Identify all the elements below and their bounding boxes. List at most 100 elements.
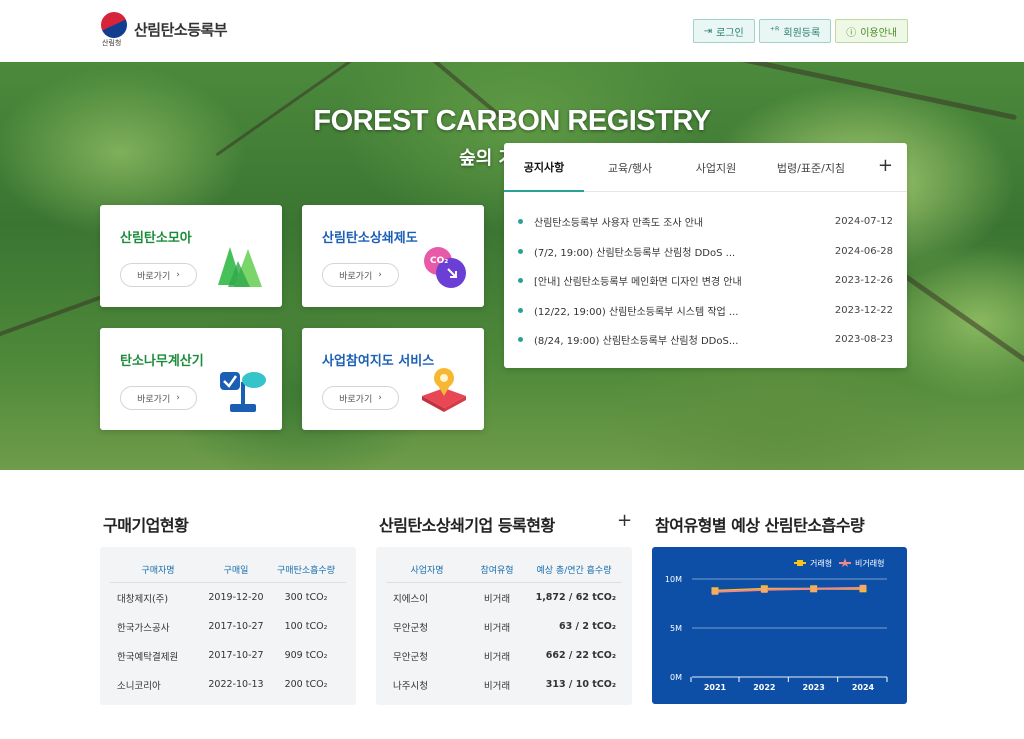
column-header: 예상 총/연간 흡수량 xyxy=(536,566,612,576)
list-item[interactable]: [안내] 산림탄소등록부 메인화면 디자인 변경 안내 2023-12-26 xyxy=(518,266,893,296)
absorption-line-chart: 0M 5M 10M 2021 2022 2023 2024 거래형 비거래형 xyxy=(665,558,888,692)
quick-card-offset-system[interactable]: 산림탄소상쇄제도 바로가기 › CO₂ xyxy=(302,205,484,307)
buyers-table: 구매자명 구매일 구매탄소흡수량 대창제지(주) 2019-12-20 300 … xyxy=(100,547,356,705)
notice-title: (7/2, 19:00) 산림탄소등록부 산림청 DDoS ... xyxy=(534,247,736,259)
shortcut-label: 바로가기 xyxy=(137,271,171,282)
bullet-icon xyxy=(518,337,523,343)
column-header: 구매일 xyxy=(223,566,249,576)
expected-absorption: 313 / 10 tCO₂ xyxy=(545,679,616,690)
quick-card-title: 산림탄소상쇄제도 xyxy=(322,231,418,246)
notice-title: (8/24, 19:00) 산림탄소등록부 산림청 DDoS... xyxy=(534,336,739,348)
table-row[interactable]: 대창제지(주) 2019-12-20 300 tCO₂ xyxy=(110,583,346,612)
purchase-amount: 300 tCO₂ xyxy=(284,592,328,603)
notice-list: 산림탄소등록부 사용자 만족도 조사 안내 2024-07-12 (7/2, 19… xyxy=(518,207,893,355)
shortcut-label: 바로가기 xyxy=(339,271,373,282)
tab-education[interactable]: 교육/행사 xyxy=(584,143,676,192)
notice-tabs: 공지사항 교육/행사 사업지원 법령/표준/지침 xyxy=(504,143,907,192)
buyer-name: 한국가스공사 xyxy=(117,622,170,634)
data-point xyxy=(810,585,817,592)
notice-board: 공지사항 교육/행사 사업지원 법령/표준/지침 + 산림탄소등록부 사용자 만… xyxy=(504,143,907,368)
legend-marker xyxy=(797,560,803,566)
column-header: 사업자명 xyxy=(410,566,444,576)
quick-card-participation-map[interactable]: 사업참여지도 서비스 바로가기 › xyxy=(302,328,484,430)
x-tick-label: 2023 xyxy=(803,683,825,692)
notice-date: 2023-12-26 xyxy=(834,275,893,287)
register-label: 회원등록 xyxy=(783,27,821,39)
notice-title: (12/22, 19:00) 산림탄소등록부 시스템 작업 ... xyxy=(534,306,739,318)
tab-business-support[interactable]: 사업지원 xyxy=(676,143,756,192)
expected-absorption: 662 / 22 tCO₂ xyxy=(545,650,616,661)
x-tick-label: 2024 xyxy=(852,683,875,692)
table-row[interactable]: 무안군청 비거래 63 / 2 tCO₂ xyxy=(386,612,622,641)
purchase-amount: 100 tCO₂ xyxy=(284,621,328,632)
more-notices-button[interactable]: + xyxy=(878,155,893,176)
list-item[interactable]: 산림탄소등록부 사용자 만족도 조사 안내 2024-07-12 xyxy=(518,207,893,237)
more-offset-button[interactable]: + xyxy=(617,510,632,531)
bullet-icon xyxy=(518,219,523,225)
buyer-name: 대창제지(주) xyxy=(117,593,169,605)
notice-title: [안내] 산림탄소등록부 메인화면 디자인 변경 안내 xyxy=(534,277,742,289)
bullet-icon xyxy=(518,248,523,254)
chevron-right-icon: › xyxy=(378,270,382,280)
purchase-amount: 909 tCO₂ xyxy=(284,650,328,661)
site-logo[interactable]: 산림청 산림탄소등록부 xyxy=(96,7,228,47)
shortcut-button[interactable]: 바로가기 › xyxy=(322,386,399,410)
table-header: 구매자명 구매일 구매탄소흡수량 xyxy=(110,557,346,583)
map-pin-icon xyxy=(422,368,466,412)
header: 산림청 산림탄소등록부 ⇥ 로그인 ⁺ᴿ 회원등록 ⓘ 이용안내 xyxy=(0,0,1024,62)
logo-name: 산림탄소등록부 xyxy=(134,20,228,39)
table-row[interactable]: 무안군청 비거래 662 / 22 tCO₂ xyxy=(386,641,622,670)
y-tick-label: 5M xyxy=(670,624,682,633)
absorption-chart: 0M 5M 10M 2021 2022 2023 2024 거래형 비거래형 xyxy=(652,547,907,704)
logo-sub-label: 산림청 xyxy=(102,39,122,47)
tree-icon xyxy=(218,247,262,287)
shortcut-button[interactable]: 바로가기 › xyxy=(322,263,399,287)
x-tick-label: 2022 xyxy=(753,683,775,692)
legend-label: 비거래형 xyxy=(855,559,884,568)
absorption-section-title: 참여유형별 예상 산림탄소흡수량 xyxy=(655,516,865,535)
register-button[interactable]: ⁺ᴿ 회원등록 xyxy=(758,19,832,43)
table-row[interactable]: 한국가스공사 2017-10-27 100 tCO₂ xyxy=(110,612,346,641)
participation-type: 비거래 xyxy=(483,593,511,605)
expected-absorption: 1,872 / 62 tCO₂ xyxy=(535,592,616,603)
quick-card-carbon-moa[interactable]: 산림탄소모아 바로가기 › xyxy=(100,205,282,307)
chevron-right-icon: › xyxy=(176,270,180,280)
quick-card-title: 탄소나무계산기 xyxy=(120,354,204,369)
shortcut-button[interactable]: 바로가기 › xyxy=(120,386,197,410)
co2-icon: CO₂ xyxy=(424,247,466,288)
table-row[interactable]: 소니코리아 2022-10-13 200 tCO₂ xyxy=(110,670,346,699)
participation-type: 비거래 xyxy=(483,680,511,692)
table-header: 사업자명 참여유형 예상 총/연간 흡수량 xyxy=(386,557,622,583)
quick-card-carbon-calculator[interactable]: 탄소나무계산기 바로가기 › xyxy=(100,328,282,430)
expected-absorption: 63 / 2 tCO₂ xyxy=(559,621,616,632)
company-name: 나주시청 xyxy=(393,680,428,692)
column-header: 참여유형 xyxy=(480,566,514,576)
list-item[interactable]: (12/22, 19:00) 산림탄소등록부 시스템 작업 ... 2023-12… xyxy=(518,296,893,326)
buyer-name: 소니코리아 xyxy=(117,680,161,692)
quick-card-title: 산림탄소모아 xyxy=(120,231,192,246)
korea-emblem-icon: 산림청 xyxy=(96,7,132,47)
table-row[interactable]: 한국예탁결제원 2017-10-27 909 tCO₂ xyxy=(110,641,346,670)
company-name: 지에스이 xyxy=(393,593,428,605)
list-item[interactable]: (7/2, 19:00) 산림탄소등록부 산림청 DDoS ... 2024-06… xyxy=(518,237,893,267)
hero-title: FOREST CARBON REGISTRY xyxy=(313,105,711,137)
table-row[interactable]: 나주시청 비거래 313 / 10 tCO₂ xyxy=(386,670,622,699)
purchase-date: 2022-10-13 xyxy=(208,679,264,690)
tab-notice[interactable]: 공지사항 xyxy=(504,143,584,192)
guide-label: 이용안내 xyxy=(860,27,897,39)
bullet-icon xyxy=(518,307,523,313)
legend-marker xyxy=(841,558,849,567)
x-tick-label: 2021 xyxy=(704,683,727,692)
tab-regulations[interactable]: 법령/표준/지침 xyxy=(756,143,866,192)
column-header: 구매탄소흡수량 xyxy=(277,566,335,576)
table-row[interactable]: 지에스이 비거래 1,872 / 62 tCO₂ xyxy=(386,583,622,612)
shortcut-button[interactable]: 바로가기 › xyxy=(120,263,197,287)
login-button[interactable]: ⇥ 로그인 xyxy=(692,19,755,43)
guide-button[interactable]: ⓘ 이용안내 xyxy=(835,19,908,43)
list-item[interactable]: (8/24, 19:00) 산림탄소등록부 산림청 DDoS... 2023-08… xyxy=(518,325,893,355)
header-actions: ⇥ 로그인 ⁺ᴿ 회원등록 ⓘ 이용안내 xyxy=(692,19,908,43)
offset-table: 사업자명 참여유형 예상 총/연간 흡수량 지에스이 비거래 1,872 / 6… xyxy=(376,547,632,705)
login-label: 로그인 xyxy=(716,27,744,39)
legend-label: 거래형 xyxy=(810,559,832,568)
purchase-date: 2017-10-27 xyxy=(208,650,264,661)
